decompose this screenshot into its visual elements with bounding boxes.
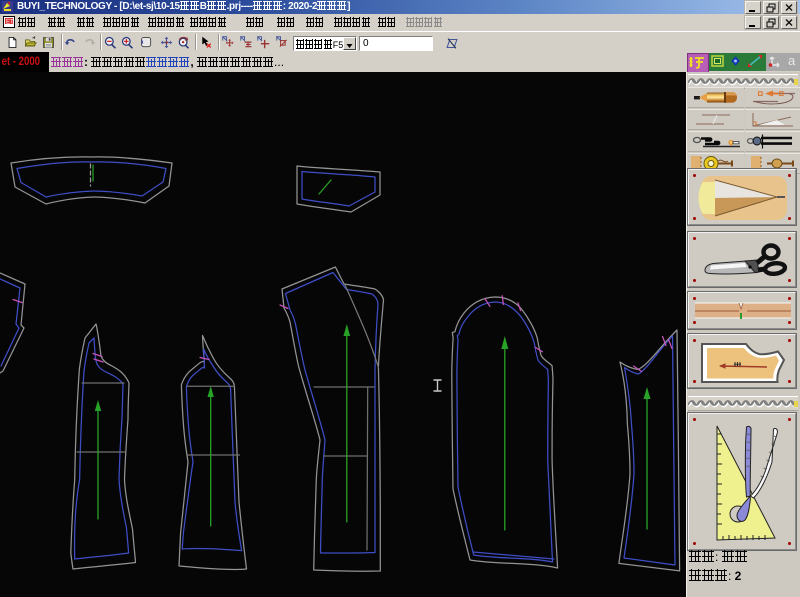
svg-text:ET: ET — [6, 20, 14, 26]
